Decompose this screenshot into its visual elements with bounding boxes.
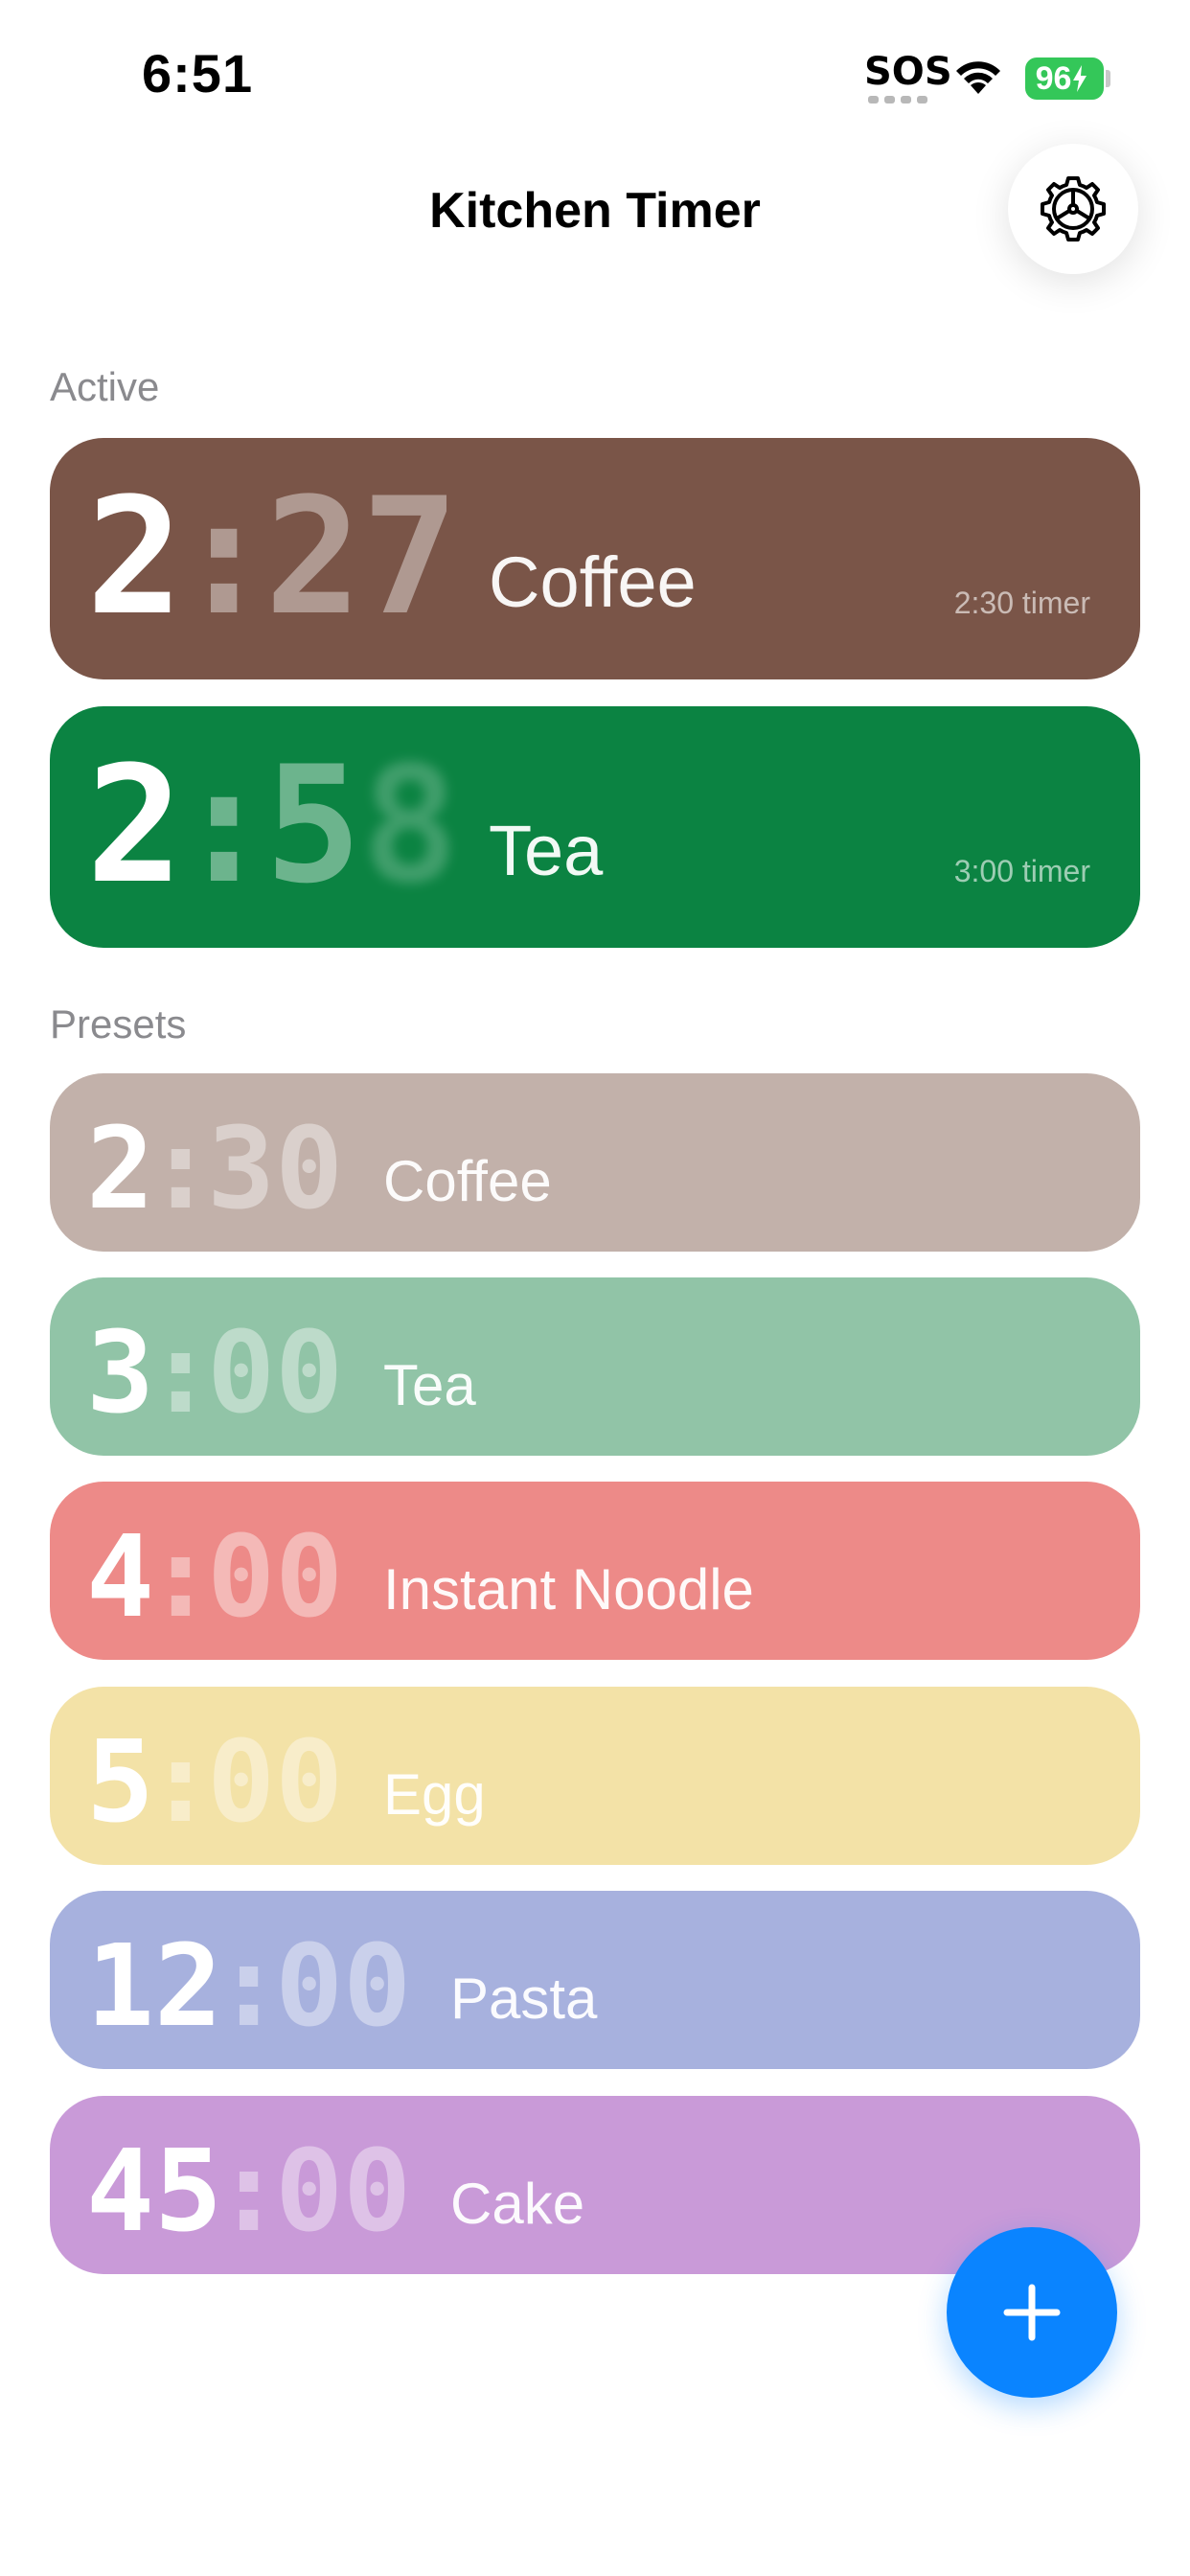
preset-colon: : <box>215 2125 284 2257</box>
preset-minutes: 2 <box>86 1102 155 1234</box>
preset-name: Pasta <box>450 1966 598 2031</box>
preset-minutes: 4 <box>86 1510 155 1643</box>
signal-dots <box>868 96 927 104</box>
preset-minutes: 5 <box>86 1715 155 1848</box>
timer-seconds: 27 <box>264 463 459 651</box>
settings-button[interactable] <box>1008 144 1138 274</box>
preset-colon: : <box>147 1715 216 1848</box>
charging-bolt-icon <box>1073 65 1087 92</box>
wifi-icon <box>956 61 1000 94</box>
preset-digits: 4:00 <box>86 1520 343 1633</box>
preset-minutes: 3 <box>86 1306 155 1438</box>
status-bar: 6:51 SOS 96 <box>0 0 1190 144</box>
preset-colon: : <box>147 1102 216 1234</box>
preset-minutes: 12 <box>86 1920 223 2052</box>
preset-name: Coffee <box>383 1149 552 1213</box>
section-label-active: Active <box>50 364 160 409</box>
preset-colon: : <box>215 1920 284 2052</box>
preset-name: Cake <box>450 2172 585 2236</box>
timer-digits: 2:58 <box>86 745 459 906</box>
preset-seconds: 00 <box>207 1306 344 1438</box>
plus-icon <box>1003 2284 1061 2341</box>
section-label-presets: Presets <box>50 1001 187 1046</box>
preset-name: Instant Noodle <box>383 1557 754 1622</box>
preset-instant-noodle[interactable]: 4:00 Instant Noodle <box>50 1482 1140 1660</box>
preset-name: Egg <box>383 1762 486 1827</box>
preset-seconds: 00 <box>207 1715 344 1848</box>
timer-name: Coffee <box>489 542 697 622</box>
sos-indicator: SOS <box>864 50 952 94</box>
status-time: 6:51 <box>142 43 254 104</box>
preset-digits: 5:00 <box>86 1725 343 1838</box>
preset-pasta[interactable]: 12:00 Pasta <box>50 1891 1140 2069</box>
preset-minutes: 45 <box>86 2125 223 2257</box>
preset-name: Tea <box>383 1353 476 1417</box>
preset-seconds: 30 <box>207 1102 344 1234</box>
timer-name: Tea <box>489 811 604 890</box>
active-timer-tea[interactable]: 2:58 Tea 3:00 timer <box>50 706 1140 948</box>
preset-colon: : <box>147 1306 216 1438</box>
timer-minutes: 2 <box>86 731 184 919</box>
timer-seconds-rolling: 8 <box>361 731 459 919</box>
timer-colon: : <box>175 731 273 919</box>
timer-subtitle: 2:30 timer <box>953 586 1090 620</box>
timer-digits: 2:27 <box>86 476 459 637</box>
preset-digits: 45:00 <box>86 2134 411 2247</box>
active-timer-coffee[interactable]: 2:27 Coffee 2:30 timer <box>50 438 1140 679</box>
timer-colon: : <box>175 463 273 651</box>
battery-indicator: 96 <box>1025 58 1104 100</box>
gear-icon <box>1041 176 1106 242</box>
preset-coffee[interactable]: 2:30 Coffee <box>50 1073 1140 1252</box>
timer-minutes: 2 <box>86 463 184 651</box>
timer-seconds: 5 <box>264 731 362 919</box>
battery-level: 96 <box>1035 59 1072 97</box>
preset-egg[interactable]: 5:00 Egg <box>50 1687 1140 1865</box>
preset-digits: 12:00 <box>86 1929 411 2042</box>
add-timer-button[interactable] <box>947 2227 1117 2398</box>
battery-cap <box>1106 70 1110 87</box>
preset-seconds: 00 <box>275 2125 412 2257</box>
preset-tea[interactable]: 3:00 Tea <box>50 1277 1140 1456</box>
preset-seconds: 00 <box>207 1510 344 1643</box>
preset-colon: : <box>147 1510 216 1643</box>
preset-digits: 3:00 <box>86 1316 343 1429</box>
timer-subtitle: 3:00 timer <box>953 854 1090 888</box>
preset-seconds: 00 <box>275 1920 412 2052</box>
preset-digits: 2:30 <box>86 1112 343 1225</box>
